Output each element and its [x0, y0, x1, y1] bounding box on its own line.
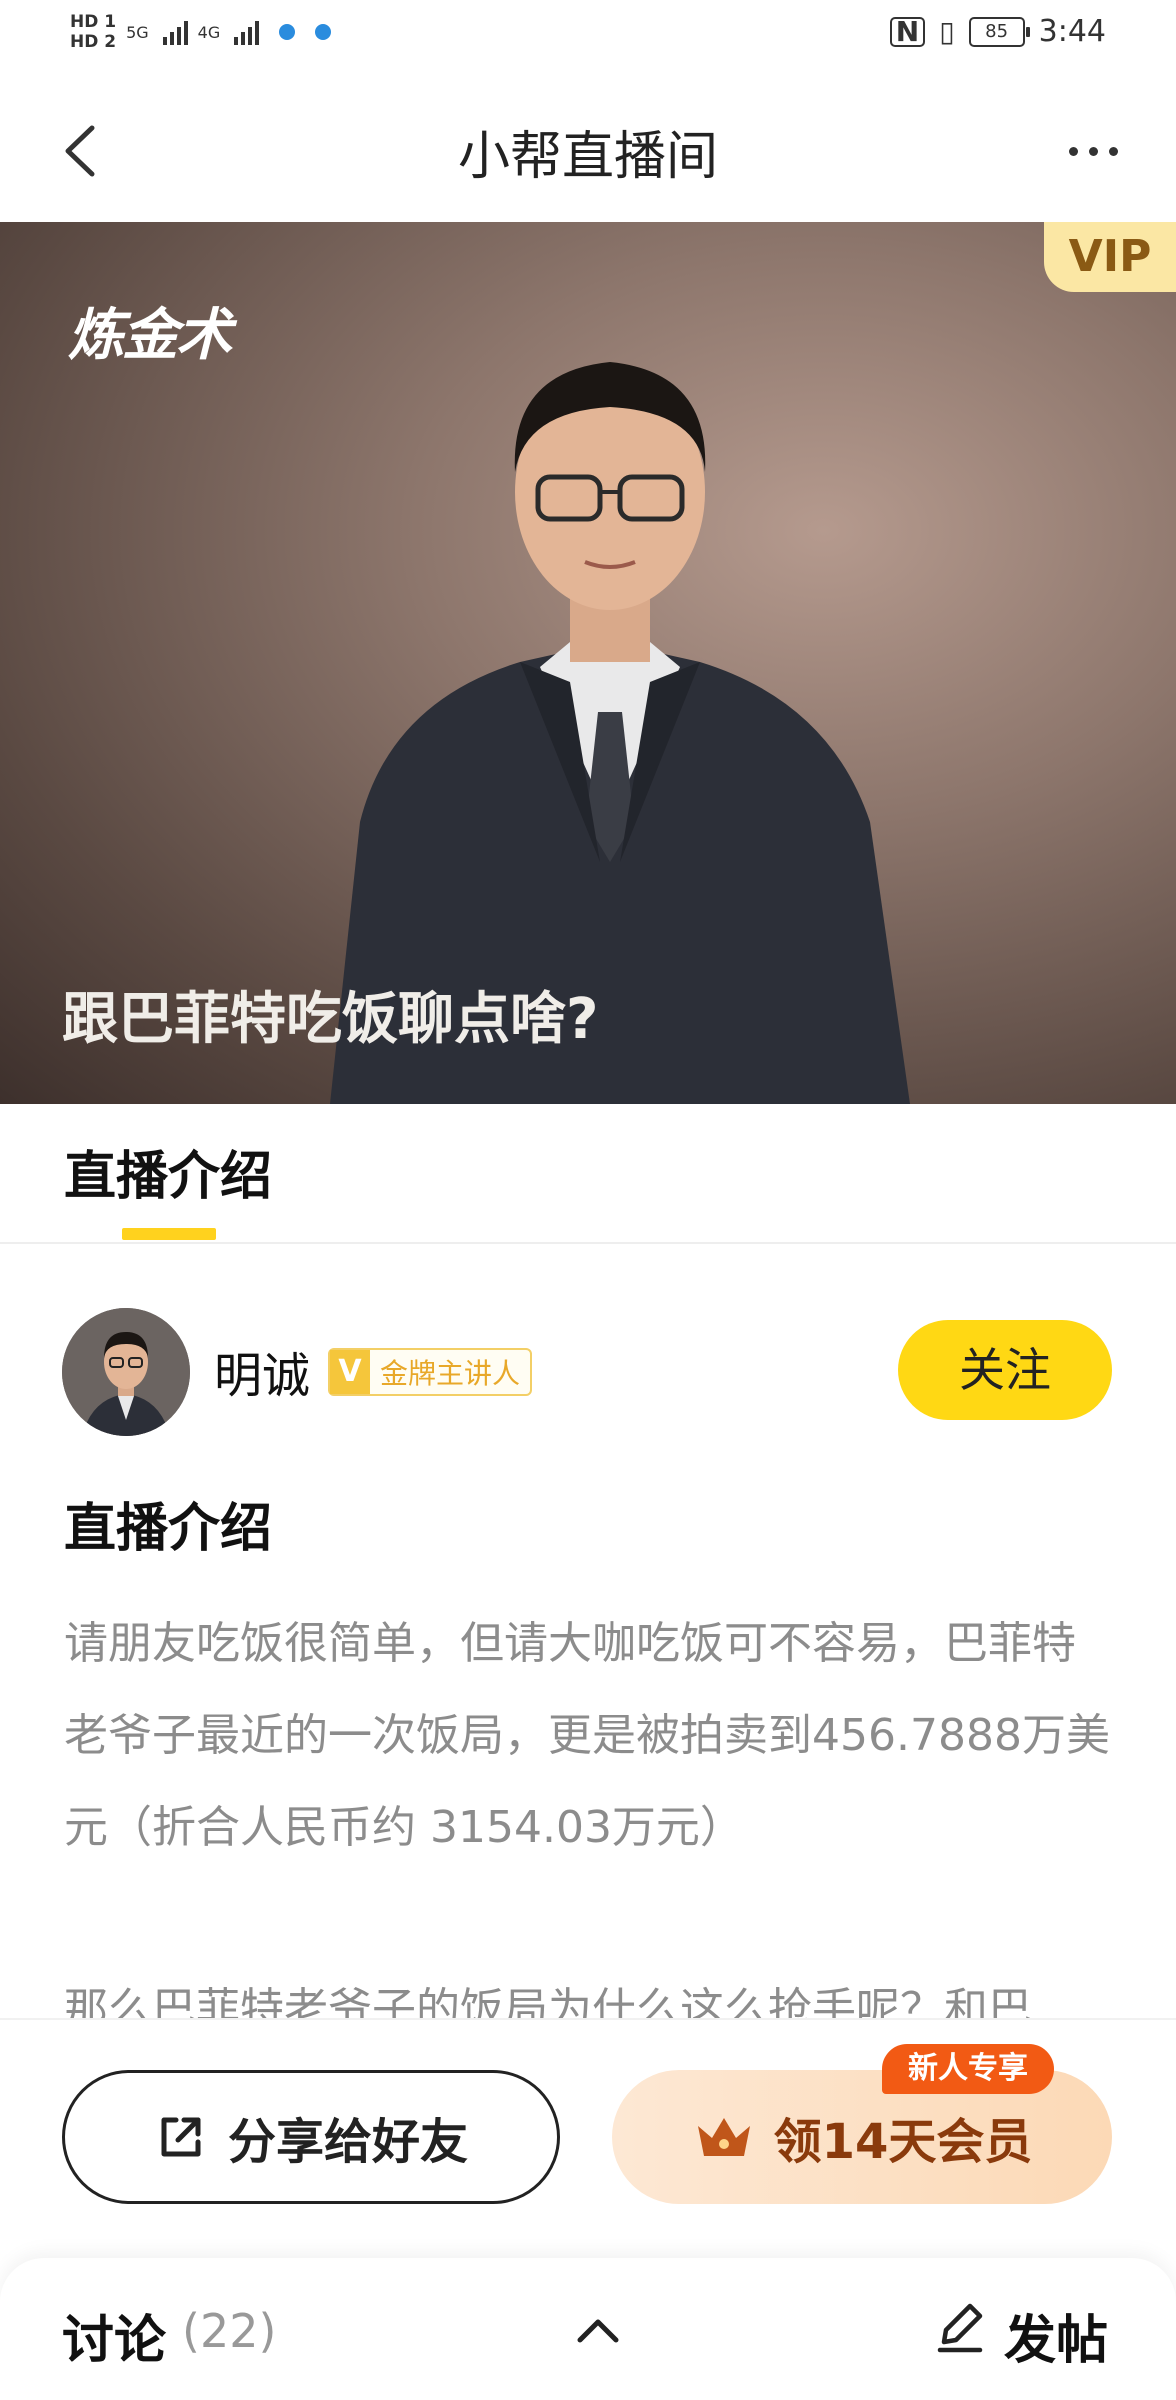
sim-indicators: HD 1 HD 2	[70, 12, 116, 52]
avatar-image	[62, 1308, 190, 1436]
live-title: 跟巴菲特吃饭聊点啥?	[62, 987, 599, 1052]
nav-bar: 小帮直播间	[0, 76, 1176, 222]
crown-icon	[697, 2118, 750, 2156]
discussion-count: (22)	[182, 2304, 277, 2358]
more-options-icon[interactable]	[1058, 136, 1128, 166]
vip-badge: VIP	[1044, 222, 1176, 292]
share-button[interactable]: 分享给好友	[62, 2070, 560, 2204]
status-bar: HD 1 HD 2 5G 4G N ▯ 85 3:44	[0, 0, 1176, 76]
nfc-icon: N	[889, 16, 926, 47]
share-icon	[161, 2117, 201, 2157]
verified-v-icon: V	[330, 1350, 370, 1394]
app-notification-icon-2	[315, 24, 332, 40]
intro-heading: 直播介绍	[64, 1499, 273, 1559]
tab-intro[interactable]: 直播介绍	[64, 1134, 272, 1209]
status-left: HD 1 HD 2 5G 4G	[70, 12, 332, 52]
intro-paragraph: 请朋友吃饭很简单，但请大咖吃饭可不容易，巴菲特老爷子最近的一次饭局，更是被拍卖到…	[64, 1618, 1110, 1853]
edit-pen-icon[interactable]	[932, 2298, 988, 2358]
live-cover[interactable]: 炼金术 VIP 跟巴菲特吃饭聊点啥?	[0, 222, 1176, 1104]
chevron-up-icon[interactable]	[568, 2300, 628, 2360]
action-bar: 分享给好友 领14天会员 新人专享	[0, 2018, 1176, 2260]
status-right: N ▯ 85 3:44	[889, 14, 1106, 49]
badge-label: 金牌主讲人	[380, 1357, 521, 1390]
signal1-icon	[162, 19, 188, 45]
author-avatar[interactable]	[62, 1308, 190, 1436]
signal2-icon	[234, 19, 260, 45]
network1-label: 5G	[126, 22, 149, 42]
author-name[interactable]: 明诚	[214, 1336, 310, 1406]
post-button[interactable]: 发帖	[1004, 2298, 1108, 2373]
share-label: 分享给好友	[227, 2114, 468, 2170]
app-notification-icon	[279, 24, 296, 40]
sim2-label: HD 2	[70, 32, 117, 52]
battery-icon: 85	[968, 16, 1030, 47]
discussion-bar[interactable]: 讨论 (22) 发帖	[0, 2258, 1176, 2400]
member-label: 领14天会员	[773, 2114, 1033, 2170]
gold-presenter-badge: V 金牌主讲人	[328, 1348, 533, 1396]
vibrate-icon: ▯	[939, 15, 955, 48]
brand-logo: 炼金术	[68, 303, 232, 368]
clock: 3:44	[1038, 14, 1106, 49]
follow-button[interactable]: 关注	[898, 1320, 1112, 1420]
tab-active-indicator	[122, 1228, 216, 1240]
tab-bar: 直播介绍	[0, 1104, 1176, 1244]
page-title: 小帮直播间	[457, 127, 718, 187]
discussion-label: 讨论	[62, 2311, 167, 2371]
new-user-tag: 新人专享	[882, 2044, 1054, 2094]
sim1-label: HD 1	[70, 12, 117, 32]
network2-label: 4G	[197, 22, 221, 42]
